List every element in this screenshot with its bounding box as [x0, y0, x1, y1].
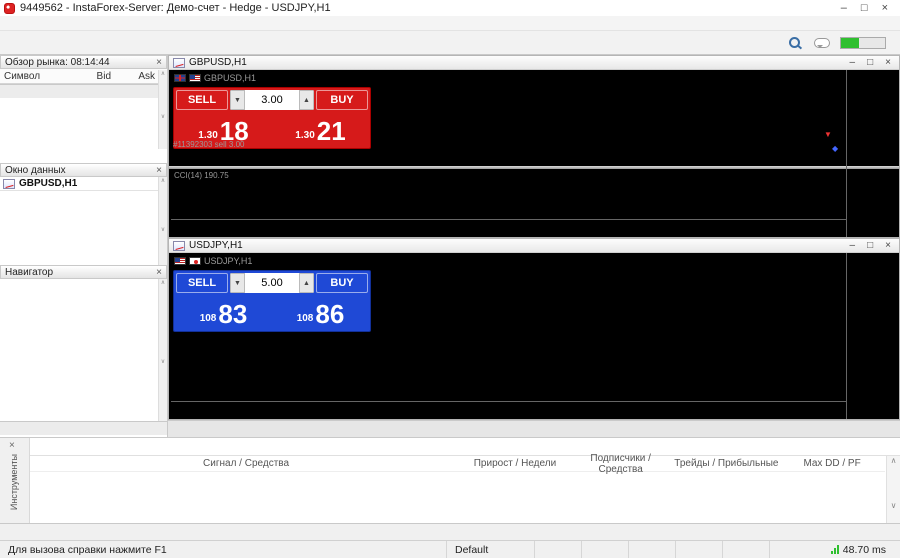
- close-button[interactable]: ×: [885, 57, 891, 68]
- buy-button[interactable]: BUY: [316, 90, 368, 110]
- chart-icon: [173, 241, 185, 251]
- gbp-flag-icon: [174, 74, 186, 82]
- usdjpy-chart-window: USDJPY,H1 – □ × USDJPY,H1 SELL ▼ 5.00: [168, 238, 900, 420]
- volume-up-button[interactable]: ▲: [299, 90, 314, 110]
- status-help-text: Для вызова справки нажмите F1: [0, 541, 447, 558]
- usdjpy-window-titlebar[interactable]: USDJPY,H1 – □ ×: [169, 239, 899, 253]
- toolbar: [0, 31, 900, 55]
- usdjpy-one-click-panel: SELL ▼ 5.00 ▲ BUY 10883 10886: [173, 270, 371, 332]
- market-watch-columns[interactable]: Символ Bid Ask: [0, 69, 167, 84]
- signals-tabs: [30, 438, 900, 456]
- close-icon[interactable]: ×: [156, 267, 162, 278]
- gbpusd-chart-area[interactable]: CCI(14) 190.75 GBPUSD,H1 SELL ▼ 3.00 ▲ B…: [169, 70, 899, 237]
- window-title: 9449562 - InstaForex-Server: Демо-счет -…: [20, 2, 331, 14]
- volume-input[interactable]: 3.00: [245, 90, 299, 110]
- bottom-tab-bar: [0, 523, 900, 540]
- toolbox-gutter: × Инструменты: [0, 438, 30, 524]
- gbpusd-symbol-label: GBPUSD,H1: [174, 73, 256, 83]
- mt5-window: 9449562 - InstaForex-Server: Демо-счет -…: [0, 0, 900, 558]
- sell-price[interactable]: 10883: [176, 295, 271, 329]
- status-profile[interactable]: Default: [447, 541, 535, 558]
- status-bar: Для вызова справки нажмите F1 Default 48…: [0, 540, 900, 558]
- close-button[interactable]: ×: [882, 2, 888, 14]
- jpy-flag-icon: [189, 257, 201, 265]
- menu-bar: [0, 16, 900, 31]
- market-watch-title: Обзор рынка: 08:14:44: [5, 57, 110, 68]
- gbpusd-window-title: GBPUSD,H1: [189, 57, 247, 68]
- navigator-panel: Навигатор × ∧∨: [0, 265, 168, 437]
- chart-icon: [3, 179, 15, 189]
- data-window-title: Окно данных: [5, 165, 66, 176]
- buy-price[interactable]: 10886: [273, 295, 368, 329]
- usdjpy-price-axis[interactable]: [846, 253, 899, 419]
- sell-button[interactable]: SELL: [176, 90, 228, 110]
- market-watch-tabs: [0, 84, 167, 98]
- usdjpy-time-axis[interactable]: [171, 401, 847, 405]
- chart-tab-bar: [168, 420, 900, 437]
- scrollbar[interactable]: ∧∨: [886, 456, 900, 524]
- volume-down-button[interactable]: ▼: [230, 273, 245, 293]
- chat-icon[interactable]: [814, 38, 830, 48]
- buy-price[interactable]: 1.3021: [273, 112, 368, 146]
- maximize-button[interactable]: □: [867, 57, 873, 68]
- toolbox-panel: × Инструменты Сигнал / Средства Прирост …: [0, 437, 900, 523]
- close-button[interactable]: ×: [885, 240, 891, 251]
- maximize-button[interactable]: □: [867, 240, 873, 251]
- usd-flag-icon: [189, 74, 201, 82]
- data-window-header[interactable]: Окно данных ×: [0, 163, 167, 177]
- volume-input[interactable]: 5.00: [245, 273, 299, 293]
- close-icon[interactable]: ×: [156, 165, 162, 176]
- scrollbar[interactable]: ∧∨: [158, 70, 167, 149]
- sell-button[interactable]: SELL: [176, 273, 228, 293]
- signals-table-header: Сигнал / Средства Прирост / Недели Подпи…: [30, 456, 885, 472]
- scrollbar[interactable]: ∧∨: [158, 279, 167, 421]
- minimize-button[interactable]: –: [841, 2, 847, 14]
- title-bar[interactable]: 9449562 - InstaForex-Server: Демо-счет -…: [0, 0, 900, 16]
- maximize-button[interactable]: □: [861, 2, 868, 14]
- gbpusd-window-titlebar[interactable]: GBPUSD,H1 – □ ×: [169, 56, 899, 70]
- volume-down-button[interactable]: ▼: [230, 90, 245, 110]
- download-progress-bar: [840, 37, 886, 49]
- navigator-header[interactable]: Навигатор ×: [0, 265, 167, 279]
- gbpusd-time-axis[interactable]: [171, 219, 847, 223]
- gbpusd-chart-window: GBPUSD,H1 – □ × CCI(14) 190.75 GBPUSD,H1…: [168, 55, 900, 238]
- chart-icon: [173, 58, 185, 68]
- usdjpy-symbol-label: USDJPY,H1: [174, 256, 252, 266]
- market-watch-panel: Обзор рынка: 08:14:44 × Символ Bid Ask ∧…: [0, 55, 168, 163]
- position-label: #11392303 sell 3.00: [173, 140, 244, 149]
- close-icon[interactable]: ×: [9, 440, 15, 451]
- market-watch-header[interactable]: Обзор рынка: 08:14:44 ×: [0, 55, 167, 69]
- buy-button[interactable]: BUY: [316, 273, 368, 293]
- usdjpy-chart-area[interactable]: USDJPY,H1 SELL ▼ 5.00 ▲ BUY 10883: [169, 253, 899, 419]
- toolbox-gutter-label: Инструменты: [9, 454, 19, 510]
- app-logo-icon: [4, 3, 15, 14]
- volume-up-button[interactable]: ▲: [299, 273, 314, 293]
- close-marker: ◆: [832, 144, 838, 153]
- cci-indicator-label: CCI(14) 190.75: [174, 171, 229, 180]
- close-icon[interactable]: ×: [156, 57, 162, 68]
- data-window-symbol[interactable]: GBPUSD,H1: [0, 177, 167, 191]
- ping-value: 48.70 ms: [843, 544, 886, 556]
- usdjpy-window-title: USDJPY,H1: [189, 240, 243, 251]
- minimize-button[interactable]: –: [850, 240, 856, 251]
- connection-status[interactable]: 48.70 ms: [831, 544, 900, 556]
- sell-arrow-marker: ▼: [824, 130, 832, 139]
- search-icon[interactable]: [784, 33, 804, 53]
- data-window-panel: Окно данных × GBPUSD,H1 ∧∨: [0, 163, 168, 265]
- usd-flag-icon: [174, 257, 186, 265]
- gbpusd-price-axis[interactable]: [846, 70, 899, 237]
- minimize-button[interactable]: –: [850, 57, 856, 68]
- navigator-title: Навигатор: [5, 267, 53, 278]
- signal-bars-icon: [831, 545, 839, 554]
- navigator-tabs: [0, 421, 167, 435]
- scrollbar[interactable]: ∧∨: [158, 177, 167, 265]
